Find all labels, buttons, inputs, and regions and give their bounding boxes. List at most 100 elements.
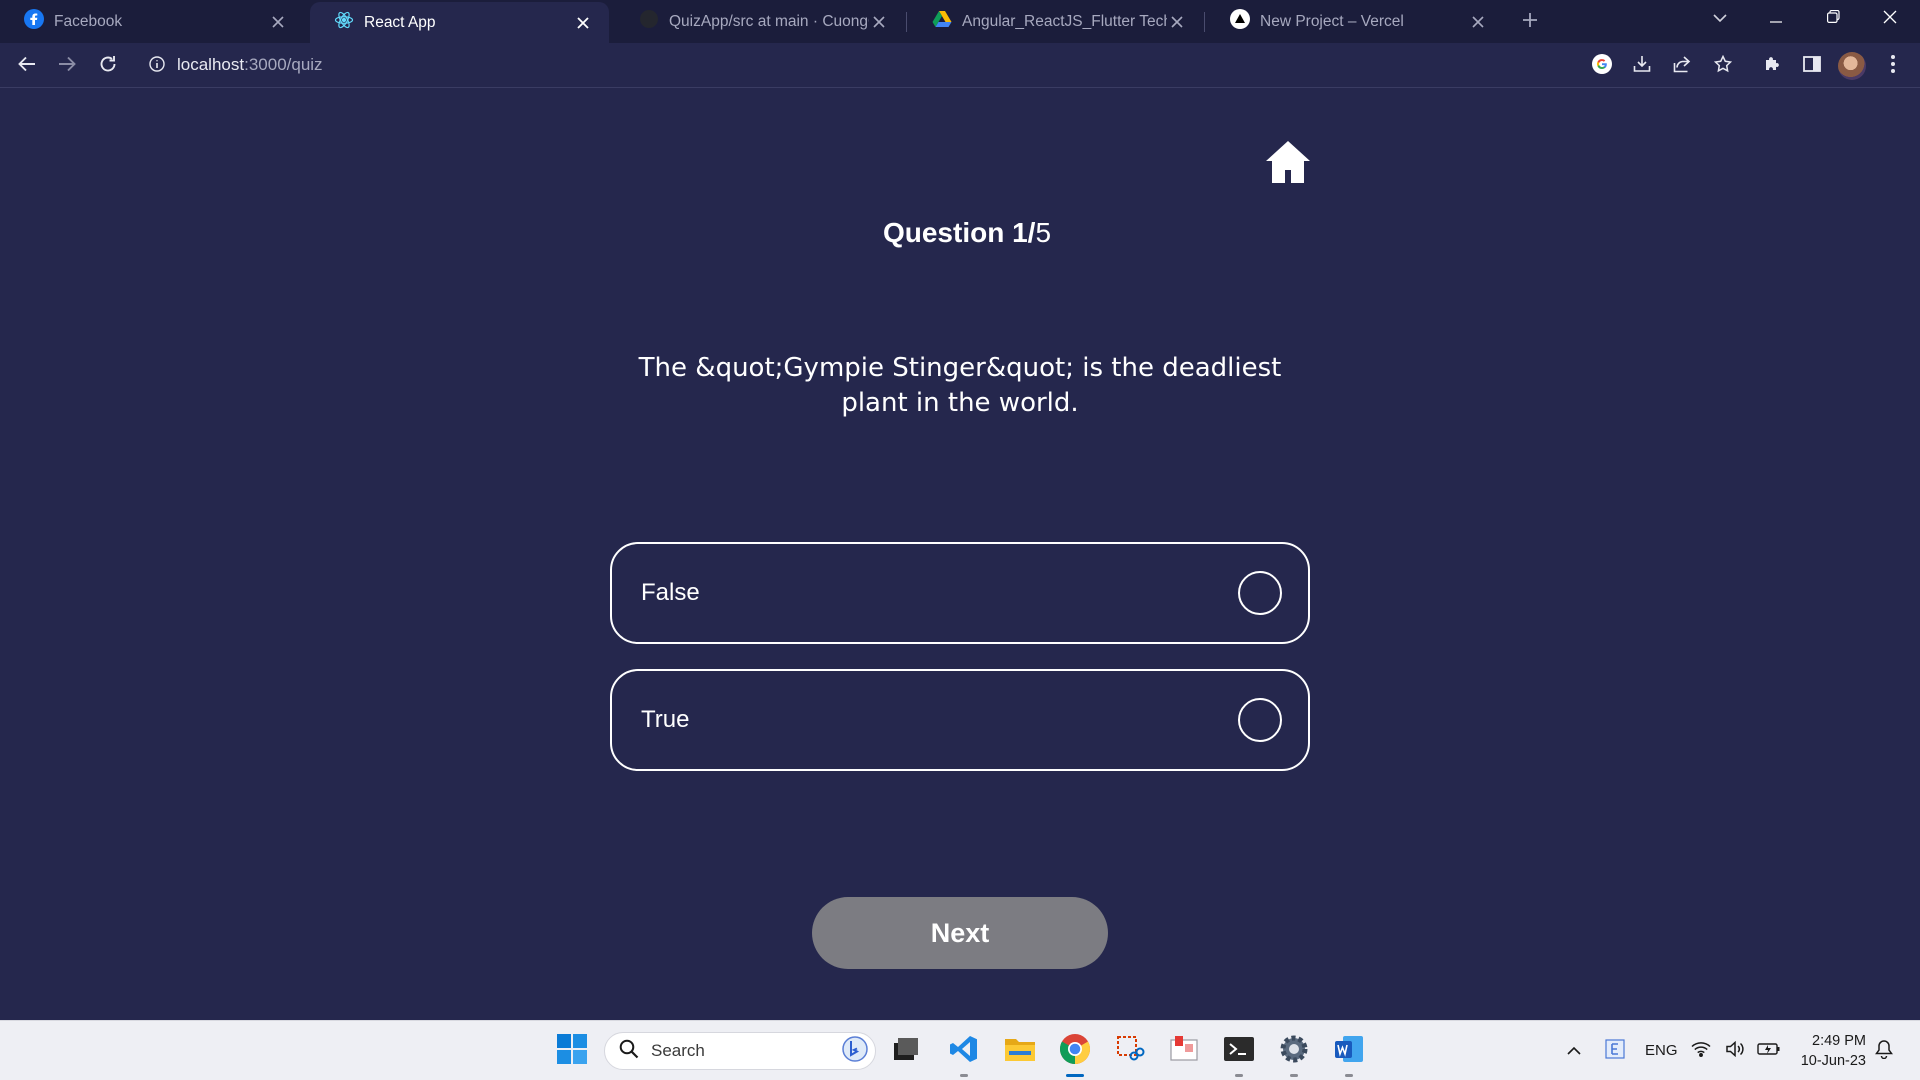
tab-separator: [1204, 12, 1205, 32]
taskbar-word[interactable]: [1329, 1031, 1369, 1077]
task-view-icon: [893, 1037, 919, 1066]
clock-date: 10-Jun-23: [1800, 1053, 1866, 1069]
question-current: 1: [1012, 217, 1028, 248]
tab-facebook[interactable]: Facebook: [0, 0, 304, 43]
running-indicator: [1290, 1074, 1298, 1077]
chevron-down-icon: [1713, 10, 1727, 28]
taskbar-search-box[interactable]: Search: [604, 1032, 876, 1070]
volume-icon: [1725, 1040, 1745, 1062]
profile-avatar[interactable]: [1838, 52, 1866, 80]
tab-close-icon[interactable]: [869, 12, 889, 32]
reload-icon: [99, 55, 117, 78]
bookmark-button[interactable]: [1708, 51, 1738, 81]
home-icon: [1264, 141, 1312, 189]
input-method-icon: [1605, 1038, 1625, 1064]
more-vertical-icon: [1891, 54, 1895, 78]
plus-icon: [1522, 12, 1538, 33]
taskbar-chrome[interactable]: [1055, 1031, 1095, 1077]
react-icon: [334, 10, 354, 35]
tray-input-indicator[interactable]: [1595, 1031, 1635, 1071]
clock-time: 2:49 PM: [1812, 1033, 1866, 1049]
vscode-icon: [949, 1034, 979, 1069]
wifi-icon: [1691, 1041, 1711, 1062]
extensions-button[interactable]: [1757, 51, 1787, 81]
facebook-icon: [24, 9, 44, 34]
next-button[interactable]: Next: [812, 897, 1108, 969]
taskbar-vscode[interactable]: [944, 1031, 984, 1077]
restore-button[interactable]: [1805, 0, 1861, 38]
folder-icon: [1004, 1035, 1036, 1068]
url-path: :3000/quiz: [244, 55, 323, 74]
tray-battery[interactable]: [1756, 1031, 1782, 1071]
address-bar-url[interactable]: localhost:3000/quiz: [177, 55, 323, 75]
side-panel-button[interactable]: [1797, 51, 1827, 81]
tab-separator: [906, 12, 907, 32]
taskbar-file-explorer[interactable]: [1000, 1031, 1040, 1071]
minimize-button[interactable]: [1748, 0, 1804, 38]
share-button[interactable]: [1667, 51, 1697, 81]
taskbar-app-tool[interactable]: [1164, 1031, 1204, 1071]
taskbar-snipping-tool[interactable]: [1110, 1031, 1150, 1071]
tab-github[interactable]: QuizApp/src at main · CuongGo: [615, 0, 905, 43]
tab-title: React App: [364, 13, 436, 31]
answer-option-true[interactable]: True: [610, 669, 1310, 771]
tab-close-icon[interactable]: [1468, 12, 1488, 32]
tab-close-icon[interactable]: [1167, 12, 1187, 32]
quiz-page: Question 1/5 The &quot;Gympie Stinger&qu…: [0, 89, 1920, 1020]
tab-title: New Project – Vercel: [1260, 12, 1404, 30]
bing-icon: [841, 1035, 869, 1068]
tab-google-drive[interactable]: Angular_ReactJS_Flutter Technica: [908, 0, 1203, 43]
vercel-icon: [1230, 9, 1250, 34]
tray-volume[interactable]: [1723, 1031, 1747, 1071]
puzzle-icon: [1763, 55, 1781, 78]
terminal-icon: [1223, 1036, 1255, 1067]
download-icon: [1633, 55, 1651, 78]
github-icon: [639, 9, 659, 34]
tab-close-icon[interactable]: [268, 12, 288, 32]
language-indicator[interactable]: ENG: [1645, 1042, 1678, 1059]
search-icon: [619, 1039, 639, 1064]
browser-menu-button[interactable]: [1878, 51, 1908, 81]
tab-react-app[interactable]: React App: [310, 2, 609, 43]
tab-search-button[interactable]: [1692, 0, 1748, 38]
answer-option-false[interactable]: False: [610, 542, 1310, 644]
windows-taskbar: Search ENG 2:49 PM 10-Jun-23: [0, 1020, 1920, 1080]
google-drive-icon: [932, 10, 952, 33]
tray-wifi[interactable]: [1689, 1031, 1713, 1071]
side-panel-icon: [1803, 55, 1821, 77]
chrome-icon: [1059, 1033, 1091, 1070]
gear-icon: [1278, 1033, 1310, 1070]
running-indicator: [1235, 1074, 1243, 1077]
browser-toolbar: localhost:3000/quiz: [0, 43, 1920, 88]
taskbar-clock[interactable]: 2:49 PM 10-Jun-23: [1790, 1031, 1866, 1071]
home-button[interactable]: [1264, 139, 1312, 185]
reload-button[interactable]: [93, 51, 123, 81]
arrow-right-icon: [58, 56, 76, 77]
show-hidden-icons-button[interactable]: [1554, 1031, 1594, 1071]
word-icon: [1334, 1034, 1364, 1069]
radio-button[interactable]: [1238, 698, 1282, 742]
google-lens-button[interactable]: [1587, 51, 1617, 81]
browser-tab-strip: Facebook React App QuizApp/src at main ·…: [0, 0, 1920, 43]
search-placeholder: Search: [651, 1041, 705, 1060]
taskbar-settings[interactable]: [1274, 1031, 1314, 1077]
radio-button[interactable]: [1238, 571, 1282, 615]
forward-button[interactable]: [52, 51, 82, 81]
tab-vercel[interactable]: New Project – Vercel: [1206, 0, 1504, 43]
install-app-button[interactable]: [1627, 51, 1657, 81]
restore-icon: [1826, 9, 1840, 28]
taskbar-terminal[interactable]: [1219, 1031, 1259, 1077]
notifications-button[interactable]: [1870, 1031, 1898, 1071]
site-info-button[interactable]: [142, 51, 172, 81]
share-icon: [1673, 55, 1691, 78]
minimize-icon: [1770, 10, 1782, 28]
new-tab-button[interactable]: [1516, 8, 1544, 36]
tab-close-icon[interactable]: [573, 13, 593, 33]
question-counter: Question 1/5: [0, 217, 1920, 249]
back-button[interactable]: [12, 51, 42, 81]
snipping-tool-icon: [1115, 1034, 1145, 1069]
taskbar-task-view[interactable]: [886, 1031, 926, 1071]
close-window-button[interactable]: [1862, 0, 1918, 38]
start-button[interactable]: [552, 1031, 592, 1071]
chevron-up-icon: [1567, 1042, 1581, 1060]
